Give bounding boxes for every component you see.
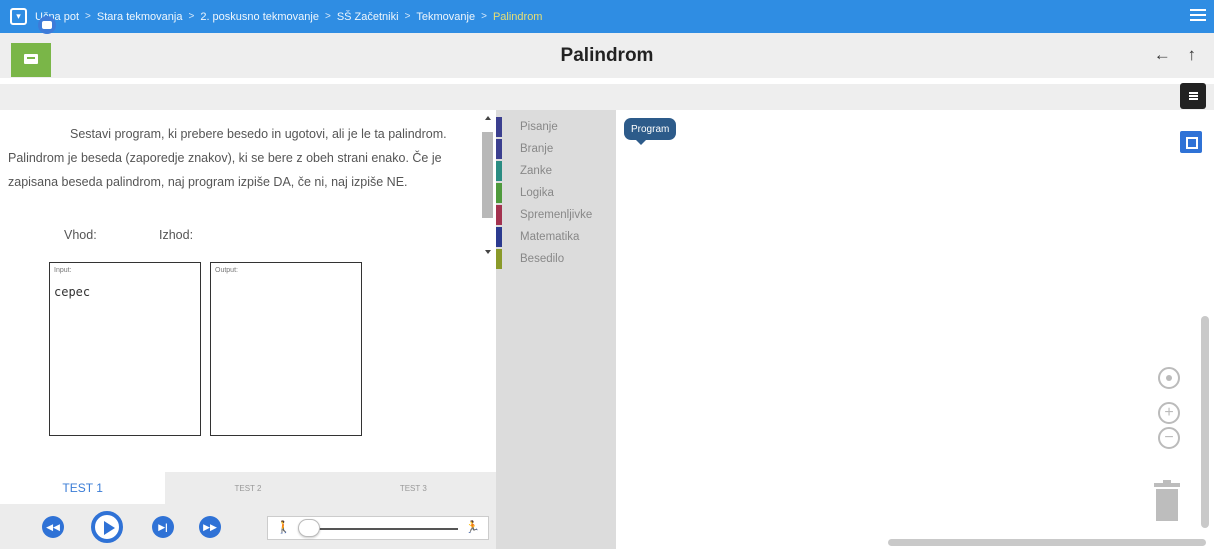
category-label: Matematika xyxy=(520,231,580,243)
scroll-down-icon[interactable] xyxy=(485,250,491,254)
task-description: Sestavi program, ki prebere besedo in ug… xyxy=(8,127,447,189)
breadcrumb-separator: > xyxy=(85,11,91,22)
category-label: Spremenljivke xyxy=(520,209,593,221)
category-color xyxy=(496,139,502,159)
tab-test-1[interactable]: TEST 1 xyxy=(0,472,166,504)
category-label: Branje xyxy=(520,143,554,155)
slider-track[interactable] xyxy=(306,528,458,530)
input-label: Vhod: xyxy=(64,228,97,242)
category-branje[interactable]: Branje xyxy=(496,138,553,160)
output-box: Output: xyxy=(210,262,362,436)
workspace-vertical-scrollbar[interactable] xyxy=(1201,316,1209,528)
category-besedilo[interactable]: Besedilo xyxy=(496,248,564,270)
last-step-button[interactable]: ▶▶ xyxy=(199,516,221,538)
scroll-up-icon[interactable] xyxy=(485,116,491,120)
step-button[interactable]: ▶| xyxy=(152,516,174,538)
info-icon xyxy=(38,16,56,34)
program-block[interactable]: Program xyxy=(624,118,677,145)
tab-test-3[interactable]: TEST 3 xyxy=(330,472,496,504)
zoom-in-icon[interactable]: + xyxy=(1158,402,1180,424)
document-icon[interactable] xyxy=(1180,83,1206,109)
recenter-icon[interactable] xyxy=(1158,367,1180,389)
input-box[interactable]: Input: cepec xyxy=(49,262,201,436)
category-color xyxy=(496,249,502,269)
speed-slider[interactable]: 🚶 🏃 xyxy=(267,516,489,540)
block-toolbox: Pisanje Branje Zanke Logika Spremenljivk… xyxy=(496,110,616,549)
hamburger-menu-icon[interactable] xyxy=(1190,9,1206,22)
category-matematika[interactable]: Matematika xyxy=(496,226,579,248)
scrollbar-thumb[interactable] xyxy=(482,132,493,218)
test-tabs: TEST 1 TEST 2 TEST 3 xyxy=(0,472,496,504)
task-scrollbar[interactable] xyxy=(482,114,494,256)
first-step-icon: ◀◀ xyxy=(46,521,60,532)
output-label: Izhod: xyxy=(159,228,194,242)
chevron-down-icon[interactable]: ▾ xyxy=(10,8,27,25)
breadcrumb-current: Palindrom xyxy=(492,10,543,23)
play-button[interactable] xyxy=(91,511,123,543)
category-color xyxy=(496,117,502,137)
zoom-out-icon[interactable]: − xyxy=(1158,427,1180,449)
workspace-horizontal-scrollbar[interactable] xyxy=(888,539,1206,546)
run-icon: 🏃 xyxy=(465,520,480,534)
toolbar-strip xyxy=(0,84,1214,110)
category-color xyxy=(496,183,502,203)
breadcrumb-item[interactable]: SŠ Začetniki xyxy=(337,11,399,23)
fullscreen-icon[interactable] xyxy=(1180,131,1202,153)
navigation-arrows[interactable]: ← ↑ xyxy=(1154,45,1202,65)
category-label: Zanke xyxy=(520,165,552,177)
input-value: cepec xyxy=(54,285,91,299)
category-spremenljivke[interactable]: Spremenljivke xyxy=(496,204,592,226)
breadcrumb: Učna pot > Stara tekmovanja > 2. poskusn… xyxy=(35,11,542,23)
step-icon: ▶| xyxy=(158,521,168,532)
category-label: Besedilo xyxy=(520,253,565,265)
breadcrumb-separator: > xyxy=(404,11,411,22)
breadcrumb-item[interactable]: Stara tekmovanja xyxy=(97,11,183,23)
breadcrumb-separator: > xyxy=(481,11,487,22)
page-title: Palindrom xyxy=(560,45,654,66)
breadcrumb-bar: ▾ Učna pot > Stara tekmovanja > 2. posku… xyxy=(0,0,1214,33)
breadcrumb-item[interactable]: Tekmovanje xyxy=(416,11,475,23)
input-caption: Input: xyxy=(54,267,72,274)
trash-icon[interactable] xyxy=(1154,480,1180,521)
block-workspace[interactable] xyxy=(616,110,1214,549)
category-label: Pisanje xyxy=(520,121,558,133)
category-pisanje[interactable]: Pisanje xyxy=(496,116,558,138)
breadcrumb-separator: > xyxy=(324,11,331,22)
first-step-button[interactable]: ◀◀ xyxy=(42,516,64,538)
category-label: Logika xyxy=(520,187,554,199)
slider-handle[interactable] xyxy=(298,519,320,537)
category-zanke[interactable]: Zanke xyxy=(496,160,552,182)
breadcrumb-separator: > xyxy=(188,11,195,22)
last-step-icon: ▶▶ xyxy=(203,521,217,532)
category-color xyxy=(496,205,502,225)
output-caption: Output: xyxy=(215,267,238,274)
breadcrumb-item[interactable]: 2. poskusno tekmovanje xyxy=(200,11,319,23)
category-color xyxy=(496,227,502,247)
category-logika[interactable]: Logika xyxy=(496,182,554,204)
category-color xyxy=(496,161,502,181)
tab-test-2[interactable]: TEST 2 xyxy=(165,472,331,504)
walk-icon: 🚶 xyxy=(276,520,291,534)
